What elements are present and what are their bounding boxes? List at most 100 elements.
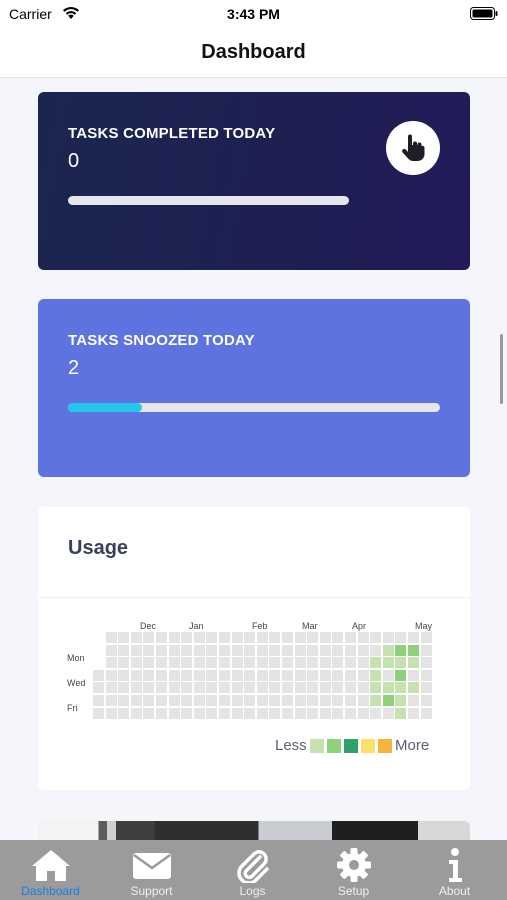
heatmap-cell xyxy=(370,669,382,681)
legend-swatch xyxy=(327,739,341,753)
heatmap-cell xyxy=(420,695,432,706)
tab-dashboard[interactable]: Dashboard xyxy=(0,840,101,900)
heatmap-cell xyxy=(395,695,407,706)
heatmap-cell xyxy=(231,632,243,643)
heatmap-cell xyxy=(319,682,331,694)
heatmap-cell xyxy=(307,707,319,719)
heatmap-cell xyxy=(307,657,319,669)
heatmap-cell xyxy=(256,682,268,694)
heatmap-cell xyxy=(105,644,117,656)
heatmap-cell xyxy=(395,657,407,669)
heatmap-cell xyxy=(105,657,117,669)
heatmap-cell xyxy=(395,644,407,656)
heatmap-cell xyxy=(395,682,407,694)
tab-support[interactable]: Support xyxy=(101,840,202,900)
heatmap-cell xyxy=(130,669,142,681)
heatmap-cell xyxy=(143,707,155,719)
heatmap-cell xyxy=(244,657,256,669)
heatmap-cell xyxy=(93,682,104,694)
heatmap-cell xyxy=(319,657,331,669)
heatmap-cell xyxy=(382,707,394,719)
heatmap-cell xyxy=(105,707,117,719)
heatmap-cell xyxy=(357,632,369,643)
heatmap-cell xyxy=(408,632,419,643)
legend-less-label: Less xyxy=(275,737,307,754)
day-label-mon: Mon xyxy=(67,653,85,663)
heatmap-cell xyxy=(93,669,104,681)
heatmap-cell xyxy=(332,632,344,643)
legend-swatch xyxy=(310,739,324,753)
heatmap-cell xyxy=(130,657,142,669)
heatmap-cell xyxy=(408,644,419,656)
heatmap-cell xyxy=(206,657,218,669)
tab-label: Dashboard xyxy=(21,884,80,898)
tasks-snoozed-progress-fill xyxy=(68,403,143,412)
envelope-icon xyxy=(133,853,171,879)
heatmap-cell xyxy=(408,695,419,706)
heatmap-cell xyxy=(231,695,243,706)
heatmap-cell xyxy=(231,682,243,694)
heatmap-cell xyxy=(93,695,104,706)
heatmap-cell xyxy=(307,695,319,706)
heatmap-cell xyxy=(206,669,218,681)
tasks-snoozed-label: TASKS SNOOZED TODAY xyxy=(68,332,255,349)
heatmap-cell xyxy=(181,644,193,656)
heatmap-cell xyxy=(307,644,319,656)
heatmap-cell xyxy=(294,707,306,719)
dashboard-content[interactable]: TASKS COMPLETED TODAY 0 TASKS SNOOZED TO… xyxy=(0,79,507,840)
heatmap-cell xyxy=(395,669,407,681)
heatmap-cell xyxy=(256,695,268,706)
heatmap-cell xyxy=(319,695,331,706)
heatmap-cell xyxy=(319,669,331,681)
heatmap-cell xyxy=(370,695,382,706)
heatmap-cell xyxy=(345,632,356,643)
heatmap-cell xyxy=(332,682,344,694)
heatmap-cell xyxy=(294,644,306,656)
heatmap-cell xyxy=(294,657,306,669)
heatmap-cell xyxy=(319,632,331,643)
heatmap-cell xyxy=(168,707,180,719)
heatmap-cell xyxy=(269,632,281,643)
heatmap-cell xyxy=(156,695,167,706)
heatmap-cell xyxy=(193,657,205,669)
heatmap-cell xyxy=(219,657,230,669)
heatmap-cell xyxy=(143,682,155,694)
heatmap-cell xyxy=(231,707,243,719)
heatmap-cell xyxy=(244,632,256,643)
heatmap-cell xyxy=(256,657,268,669)
heatmap-cell xyxy=(345,695,356,706)
heatmap-cell xyxy=(206,695,218,706)
heatmap-cell xyxy=(244,682,256,694)
tasks-snoozed-count: 2 xyxy=(68,357,80,379)
heatmap-cell xyxy=(130,682,142,694)
heatmap-cell xyxy=(395,632,407,643)
usage-title: Usage xyxy=(68,537,129,559)
tasks-completed-progress-bar xyxy=(68,196,349,205)
heatmap-cell xyxy=(219,644,230,656)
heatmap-cell xyxy=(118,657,130,669)
heatmap-cell xyxy=(294,695,306,706)
heatmap-cell xyxy=(408,707,419,719)
heatmap-cell xyxy=(168,695,180,706)
scroll-indicator[interactable] xyxy=(500,334,503,404)
heatmap-cell xyxy=(345,707,356,719)
heatmap-cell xyxy=(168,632,180,643)
heatmap-cell xyxy=(357,695,369,706)
photo-card[interactable] xyxy=(38,821,470,840)
heatmap-cell xyxy=(193,695,205,706)
tab-about[interactable]: About xyxy=(404,840,505,900)
heatmap-cell xyxy=(143,669,155,681)
tab-logs[interactable]: Logs xyxy=(202,840,303,900)
heatmap-cell xyxy=(156,707,167,719)
complete-task-button[interactable] xyxy=(386,121,440,175)
heatmap-cell xyxy=(256,632,268,643)
heatmap-cell xyxy=(345,682,356,694)
heatmap-cell xyxy=(219,695,230,706)
heatmap-cell xyxy=(269,695,281,706)
heatmap-cell xyxy=(294,669,306,681)
tasks-completed-label: TASKS COMPLETED TODAY xyxy=(68,125,276,142)
tab-setup[interactable]: Setup xyxy=(303,840,404,900)
heatmap-cell xyxy=(319,644,331,656)
heatmap-cell xyxy=(118,682,130,694)
heatmap-cell xyxy=(156,682,167,694)
